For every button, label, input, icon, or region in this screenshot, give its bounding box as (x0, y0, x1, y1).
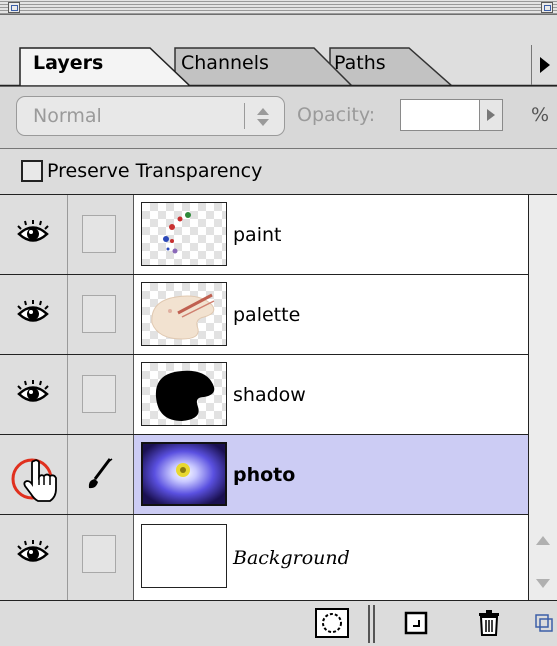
tab-paths[interactable]: Paths (334, 51, 386, 75)
layer-row-paint[interactable]: paint (0, 195, 528, 275)
tab-bar: Layers Channels Paths (0, 15, 557, 87)
separator (368, 605, 370, 643)
layer-row-photo[interactable]: photo (0, 435, 528, 515)
paint-thumbnail (141, 202, 227, 266)
triangle-right-icon (487, 109, 495, 121)
eye-icon (17, 220, 49, 242)
layer-name[interactable]: shadow (233, 382, 306, 408)
opacity-slider-button[interactable] (479, 99, 503, 131)
layer-name[interactable]: photo (233, 462, 295, 488)
hand-pointer-icon (11, 458, 57, 502)
close-box-icon[interactable] (8, 2, 20, 13)
palette-thumbnail (141, 282, 227, 346)
photo-thumbnail (141, 442, 227, 506)
triangle-right-icon (540, 57, 550, 73)
resize-box[interactable] (530, 605, 557, 641)
layer-list: paint palette shadow photo Background (0, 195, 529, 600)
palette-title-bar[interactable] (0, 0, 557, 15)
link-toggle[interactable] (68, 515, 134, 600)
scrollbar[interactable] (529, 195, 557, 600)
layer-name[interactable]: palette (233, 302, 300, 328)
visibility-toggle[interactable] (0, 195, 68, 274)
scroll-up-arrow-icon[interactable] (535, 535, 551, 547)
link-toggle[interactable] (68, 355, 134, 434)
preserve-transparency-row: Preserve Transparency (0, 149, 557, 195)
quick-mask-icon (315, 608, 349, 638)
visibility-toggle[interactable] (0, 355, 68, 434)
new-layer-icon (404, 611, 428, 635)
blend-mode-value: Normal (33, 105, 102, 127)
blend-mode-divider (244, 103, 245, 129)
layer-name[interactable]: paint (233, 222, 281, 248)
opacity-label: Opacity: (297, 104, 376, 126)
trash-icon (479, 610, 499, 636)
preserve-transparency-checkbox[interactable] (21, 160, 43, 182)
delete-layer-button[interactable] (460, 605, 518, 641)
opacity-percent-sign: % (531, 104, 550, 126)
eye-icon (17, 300, 49, 322)
brush-icon (88, 458, 113, 489)
new-layer-button[interactable] (384, 605, 448, 641)
link-toggle[interactable] (68, 275, 134, 354)
visibility-toggle[interactable] (0, 275, 68, 354)
layer-row-palette[interactable]: palette (0, 275, 528, 355)
scroll-down-arrow-icon[interactable] (535, 577, 551, 589)
tab-channels[interactable]: Channels (181, 51, 269, 75)
resize-grip-icon (534, 614, 553, 632)
tab-layers[interactable]: Layers (33, 51, 103, 75)
link-toggle[interactable] (68, 195, 134, 274)
bottom-bar (0, 600, 557, 646)
preserve-transparency-label[interactable]: Preserve Transparency (47, 158, 262, 184)
background-thumbnail (141, 524, 227, 588)
separator (373, 605, 375, 643)
visibility-toggle[interactable] (0, 515, 68, 600)
eye-icon (17, 540, 49, 562)
layer-row-background[interactable]: Background (0, 515, 528, 600)
layer-name[interactable]: Background (233, 545, 350, 571)
opacity-input[interactable] (400, 99, 480, 131)
zoom-box-icon[interactable] (541, 2, 553, 13)
layer-row-shadow[interactable]: shadow (0, 355, 528, 435)
eye-icon (17, 380, 49, 402)
palette-menu-button[interactable] (531, 45, 557, 85)
quick-mask-button[interactable] (300, 605, 364, 641)
visibility-toggle[interactable] (0, 435, 68, 514)
blend-mode-select[interactable]: Normal (16, 96, 285, 136)
up-down-arrows-icon (257, 108, 269, 126)
link-toggle[interactable] (68, 435, 134, 514)
mode-row: Normal Opacity: % (0, 87, 557, 149)
shadow-thumbnail (141, 362, 227, 426)
